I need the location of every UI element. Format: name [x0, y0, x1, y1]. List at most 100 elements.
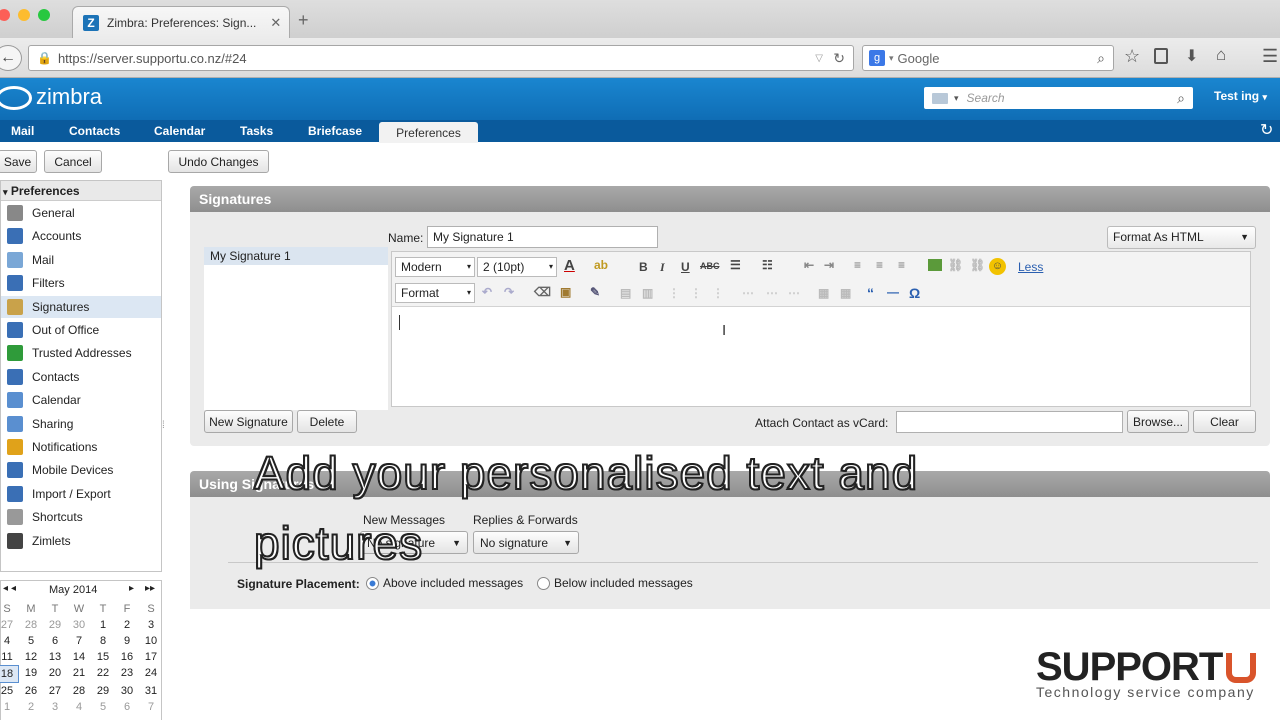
undo-changes-button[interactable]: Undo Changes: [168, 150, 269, 173]
insert-col-icon[interactable]: ⋯: [742, 286, 754, 300]
tab-mail[interactable]: Mail: [11, 120, 34, 142]
highlight-color-icon[interactable]: ab: [594, 258, 608, 272]
vcard-field[interactable]: [896, 411, 1123, 433]
calendar-day[interactable]: 18: [0, 665, 19, 683]
new-tab-icon[interactable]: +: [298, 10, 309, 31]
delete-row-icon[interactable]: ⋮: [690, 286, 702, 300]
calendar-day[interactable]: 29: [91, 683, 115, 699]
home-icon[interactable]: ⌂: [1216, 45, 1226, 65]
cancel-button[interactable]: Cancel: [44, 150, 102, 173]
split-cell-icon[interactable]: ⋮: [712, 286, 724, 300]
strikethrough-icon[interactable]: ABC: [700, 261, 720, 271]
download-icon[interactable]: ⬇: [1185, 46, 1198, 66]
browser-tab[interactable]: Z Zimbra: Preferences: Sign... ✕: [72, 6, 290, 38]
back-icon[interactable]: ←: [0, 45, 22, 71]
refresh-icon[interactable]: ↻: [1260, 120, 1273, 140]
placement-below-radio[interactable]: Below included messages: [537, 576, 693, 591]
less-link[interactable]: Less: [1018, 260, 1043, 274]
url-bar[interactable]: 🔒 https://server.supportu.co.nz/#24 ▽ ↻: [28, 45, 854, 71]
user-menu[interactable]: Test ing ▾: [1214, 89, 1267, 103]
tab-contacts[interactable]: Contacts: [69, 120, 120, 142]
table-icon[interactable]: ▤: [620, 286, 631, 300]
sidebar-item-zimlets[interactable]: Zimlets: [1, 530, 161, 552]
delete-button[interactable]: Delete: [297, 410, 357, 433]
calendar-day[interactable]: 3: [43, 699, 67, 715]
sidebar-item-out-of-office[interactable]: Out of Office: [1, 319, 161, 341]
tab-preferences[interactable]: Preferences: [379, 122, 478, 143]
delete-col-icon[interactable]: ⋯: [766, 286, 778, 300]
block-format-select[interactable]: Format ▾: [395, 283, 475, 303]
tab-tasks[interactable]: Tasks: [240, 120, 273, 142]
calendar-day[interactable]: 31: [139, 683, 163, 699]
sidebar-item-mobile-devices[interactable]: Mobile Devices: [1, 459, 161, 481]
table-props-icon[interactable]: ▥: [642, 286, 653, 300]
sidebar-item-accounts[interactable]: Accounts: [1, 225, 161, 247]
redo-icon[interactable]: ↷: [504, 285, 514, 299]
search-engine-dropdown-icon[interactable]: ▾: [889, 53, 894, 64]
calendar-day[interactable]: 7: [139, 699, 163, 715]
bookmark-star-icon[interactable]: ☆: [1124, 46, 1140, 67]
tab-calendar[interactable]: Calendar: [154, 120, 205, 142]
calendar-day[interactable]: 21: [67, 665, 91, 683]
bullet-list-icon[interactable]: ☰: [730, 258, 741, 272]
link-icon[interactable]: ⛓: [948, 258, 963, 272]
calendar-day[interactable]: 30: [115, 683, 139, 699]
calendar-day[interactable]: 15: [91, 649, 115, 665]
calendar-day[interactable]: 6: [43, 633, 67, 649]
signature-name-field[interactable]: My Signature 1: [427, 226, 658, 248]
calendar-day[interactable]: 4: [0, 633, 19, 649]
calendar-day[interactable]: 10: [139, 633, 163, 649]
search-icon[interactable]: ⌕: [1177, 90, 1185, 107]
close-window-icon[interactable]: [0, 9, 10, 21]
format-select[interactable]: Format As HTML ▼: [1107, 226, 1256, 249]
list-item[interactable]: My Signature 1: [204, 247, 388, 265]
horizontal-rule-icon[interactable]: —: [887, 285, 899, 299]
menu-icon[interactable]: ☰: [1262, 46, 1278, 67]
new-signature-button[interactable]: New Signature: [204, 410, 293, 433]
prev-month-icon[interactable]: ◂: [11, 583, 16, 594]
calendar-day[interactable]: 24: [139, 665, 163, 683]
font-size-select[interactable]: 2 (10pt) ▾: [477, 257, 557, 277]
eraser-icon[interactable]: ⌫: [534, 285, 551, 299]
table-delete-icon[interactable]: ▦: [840, 286, 851, 300]
calendar-day[interactable]: 23: [115, 665, 139, 683]
reading-list-icon[interactable]: [1154, 48, 1168, 64]
align-right-icon[interactable]: ≡: [898, 258, 905, 272]
sidebar-resize-handle[interactable]: ⁞: [162, 420, 165, 431]
calendar-day[interactable]: 22: [91, 665, 115, 683]
indent-icon[interactable]: ⇥: [824, 258, 834, 272]
table-grid-icon[interactable]: ▦: [818, 286, 829, 300]
font-family-select[interactable]: Modern ▾: [395, 257, 475, 277]
search-type-dropdown-icon[interactable]: ▾: [954, 93, 959, 104]
sidebar-item-sharing[interactable]: Sharing: [1, 413, 161, 435]
calendar-day[interactable]: 28: [19, 617, 43, 633]
calendar-day[interactable]: 8: [91, 633, 115, 649]
merge-cell-icon[interactable]: ⋯: [788, 286, 800, 300]
search-icon[interactable]: ⌕: [1097, 50, 1105, 67]
calendar-day[interactable]: 20: [43, 665, 67, 683]
calendar-day[interactable]: 6: [115, 699, 139, 715]
calendar-day[interactable]: 2: [19, 699, 43, 715]
insert-row-icon[interactable]: ⋮: [668, 286, 680, 300]
zimbra-search-field[interactable]: ▾ Search ⌕: [924, 87, 1193, 109]
align-center-icon[interactable]: ≡: [876, 258, 883, 272]
sidebar-item-calendar[interactable]: Calendar: [1, 389, 161, 411]
calendar-day[interactable]: 3: [139, 617, 163, 633]
bold-icon[interactable]: B: [639, 260, 648, 274]
calendar-day[interactable]: 27: [43, 683, 67, 699]
calendar-day[interactable]: 27: [0, 617, 19, 633]
sidebar-item-mail[interactable]: Mail: [1, 249, 161, 271]
italic-icon[interactable]: I: [660, 260, 665, 275]
mail-search-type-icon[interactable]: [932, 92, 948, 104]
sidebar-item-filters[interactable]: Filters: [1, 272, 161, 294]
calendar-day[interactable]: 12: [19, 649, 43, 665]
calendar-day[interactable]: 4: [67, 699, 91, 715]
sidebar-header[interactable]: ▾ Preferences: [1, 181, 161, 201]
calendar-day[interactable]: 11: [0, 649, 19, 665]
browser-search-box[interactable]: g ▾ Google ⌕: [862, 45, 1114, 71]
calendar-day[interactable]: 25: [0, 683, 19, 699]
reload-icon[interactable]: ↻: [833, 50, 845, 67]
numbered-list-icon[interactable]: ☷: [762, 258, 773, 272]
next-month-icon[interactable]: ▸: [129, 583, 134, 594]
sidebar-item-contacts[interactable]: Contacts: [1, 366, 161, 388]
